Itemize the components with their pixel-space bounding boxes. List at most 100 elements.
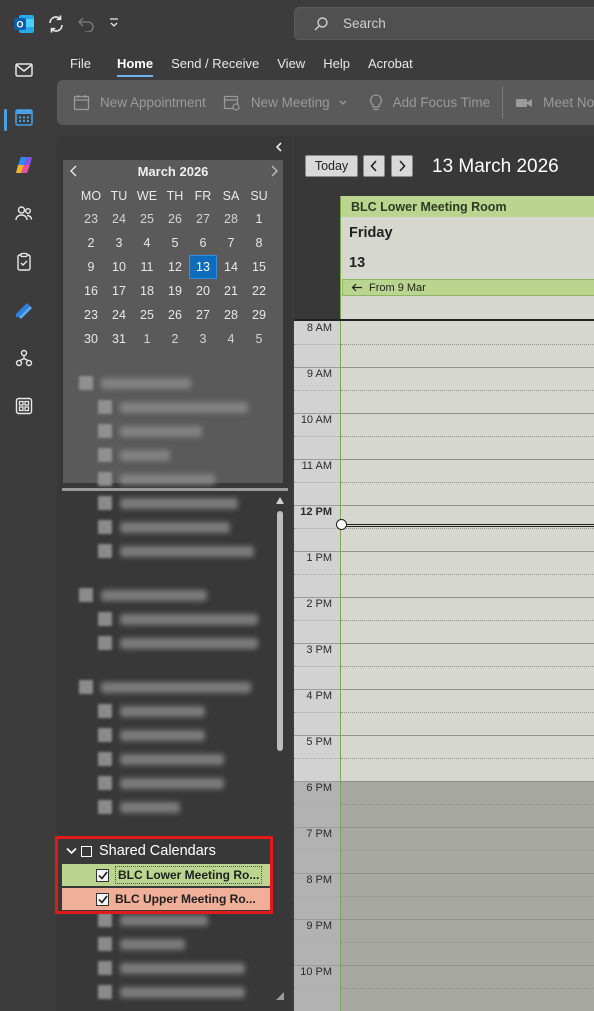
- list-item[interactable]: [65, 771, 251, 795]
- today-button[interactable]: Today: [305, 155, 358, 177]
- list-item[interactable]: [65, 491, 254, 515]
- day-grid[interactable]: [340, 321, 594, 1011]
- chevron-down-icon[interactable]: [66, 847, 78, 855]
- list-item[interactable]: [65, 932, 245, 956]
- meet-now-button[interactable]: Meet Now: [515, 80, 594, 125]
- scroll-up-icon[interactable]: [276, 497, 284, 504]
- day-cell[interactable]: 30: [77, 327, 105, 351]
- sync-icon[interactable]: [46, 14, 66, 34]
- day-cell[interactable]: 5: [245, 327, 273, 351]
- list-item[interactable]: [65, 631, 258, 655]
- group-header[interactable]: [65, 371, 254, 395]
- customize-qat-icon[interactable]: [107, 16, 121, 30]
- day-cell[interactable]: 27: [189, 303, 217, 327]
- day-cell[interactable]: 19: [161, 279, 189, 303]
- tab-view[interactable]: View: [277, 52, 305, 76]
- day-cell[interactable]: 23: [77, 207, 105, 231]
- folder-scrollbar[interactable]: [275, 497, 285, 1007]
- rail-copilot[interactable]: [0, 147, 48, 187]
- day-cell[interactable]: 10: [105, 255, 133, 279]
- day-cell[interactable]: 27: [189, 207, 217, 231]
- day-cell[interactable]: 22: [245, 279, 273, 303]
- day-cell[interactable]: 15: [245, 255, 273, 279]
- day-cell[interactable]: 26: [161, 303, 189, 327]
- next-day-button[interactable]: [391, 155, 413, 177]
- day-cell[interactable]: 21: [217, 279, 245, 303]
- day-cell[interactable]: 4: [133, 231, 161, 255]
- list-item[interactable]: [65, 539, 254, 563]
- group-checkbox[interactable]: [81, 845, 92, 857]
- add-focus-time-button[interactable]: Add Focus Time: [369, 80, 490, 125]
- day-cell[interactable]: 25: [133, 207, 161, 231]
- day-cell[interactable]: 7: [217, 231, 245, 255]
- day-cell[interactable]: 14: [217, 255, 245, 279]
- day-cell[interactable]: 6: [189, 231, 217, 255]
- list-item[interactable]: [65, 723, 251, 747]
- shared-calendars-group-header[interactable]: Shared Calendars: [66, 841, 216, 861]
- list-item[interactable]: [65, 395, 254, 419]
- rail-people[interactable]: [0, 195, 48, 235]
- day-cell[interactable]: 20: [189, 279, 217, 303]
- tab-home[interactable]: Home: [116, 52, 154, 77]
- day-cell[interactable]: 17: [105, 279, 133, 303]
- collapse-pane-icon[interactable]: [273, 141, 285, 153]
- next-month-icon[interactable]: [269, 165, 279, 177]
- list-item[interactable]: [65, 419, 254, 443]
- rail-todo[interactable]: [0, 292, 48, 332]
- list-item[interactable]: [65, 747, 251, 771]
- day-cell-today[interactable]: 13: [189, 255, 217, 279]
- tab-file[interactable]: File: [70, 52, 91, 76]
- new-meeting-button[interactable]: New Meeting: [223, 80, 347, 125]
- tab-help[interactable]: Help: [323, 52, 350, 76]
- resize-grip-icon[interactable]: [275, 991, 285, 1001]
- rail-apps[interactable]: [0, 388, 48, 428]
- calendar-item-blc-lower[interactable]: BLC Lower Meeting Ro...: [62, 864, 270, 886]
- search-input[interactable]: Search: [294, 7, 594, 40]
- day-cell[interactable]: 18: [133, 279, 161, 303]
- day-cell[interactable]: 4: [217, 327, 245, 351]
- day-cell[interactable]: 8: [245, 231, 273, 255]
- day-number[interactable]: 13: [349, 255, 365, 271]
- list-item[interactable]: [65, 443, 254, 467]
- day-cell[interactable]: 3: [189, 327, 217, 351]
- day-cell[interactable]: 29: [245, 303, 273, 327]
- rail-org[interactable]: [0, 340, 48, 380]
- list-item[interactable]: [65, 515, 254, 539]
- scrollbar-thumb[interactable]: [277, 511, 283, 751]
- tab-acrobat[interactable]: Acrobat: [368, 52, 413, 76]
- group-header[interactable]: [65, 583, 258, 607]
- day-cell[interactable]: 24: [105, 303, 133, 327]
- day-cell[interactable]: 28: [217, 207, 245, 231]
- list-item[interactable]: [65, 795, 251, 819]
- day-cell[interactable]: 23: [77, 303, 105, 327]
- day-cell[interactable]: 1: [133, 327, 161, 351]
- undo-icon[interactable]: [77, 14, 95, 32]
- tab-send-receive[interactable]: Send / Receive: [171, 52, 259, 76]
- day-cell[interactable]: 2: [77, 231, 105, 255]
- day-cell[interactable]: 25: [133, 303, 161, 327]
- list-item[interactable]: [65, 956, 245, 980]
- rail-tasks[interactable]: [0, 244, 48, 284]
- list-item[interactable]: [65, 980, 245, 1004]
- prev-day-button[interactable]: [363, 155, 385, 177]
- day-cell[interactable]: 16: [77, 279, 105, 303]
- day-cell[interactable]: 28: [217, 303, 245, 327]
- list-item[interactable]: [65, 467, 254, 491]
- chevron-down-icon[interactable]: [339, 100, 347, 106]
- day-cell[interactable]: 12: [161, 255, 189, 279]
- day-cell[interactable]: 2: [161, 327, 189, 351]
- list-item[interactable]: [65, 699, 251, 723]
- day-cell[interactable]: 1: [245, 207, 273, 231]
- day-cell[interactable]: 9: [77, 255, 105, 279]
- checkbox-checked[interactable]: [96, 868, 109, 882]
- rail-calendar[interactable]: [0, 99, 48, 139]
- day-cell[interactable]: 24: [105, 207, 133, 231]
- list-item[interactable]: [65, 607, 258, 631]
- day-cell[interactable]: 26: [161, 207, 189, 231]
- checkbox-checked[interactable]: [96, 892, 109, 906]
- day-cell[interactable]: 11: [133, 255, 161, 279]
- new-appointment-button[interactable]: New Appointment: [73, 80, 206, 125]
- day-cell[interactable]: 31: [105, 327, 133, 351]
- day-cell[interactable]: 3: [105, 231, 133, 255]
- calendar-tab-blc-lower[interactable]: BLC Lower Meeting Room: [340, 196, 594, 217]
